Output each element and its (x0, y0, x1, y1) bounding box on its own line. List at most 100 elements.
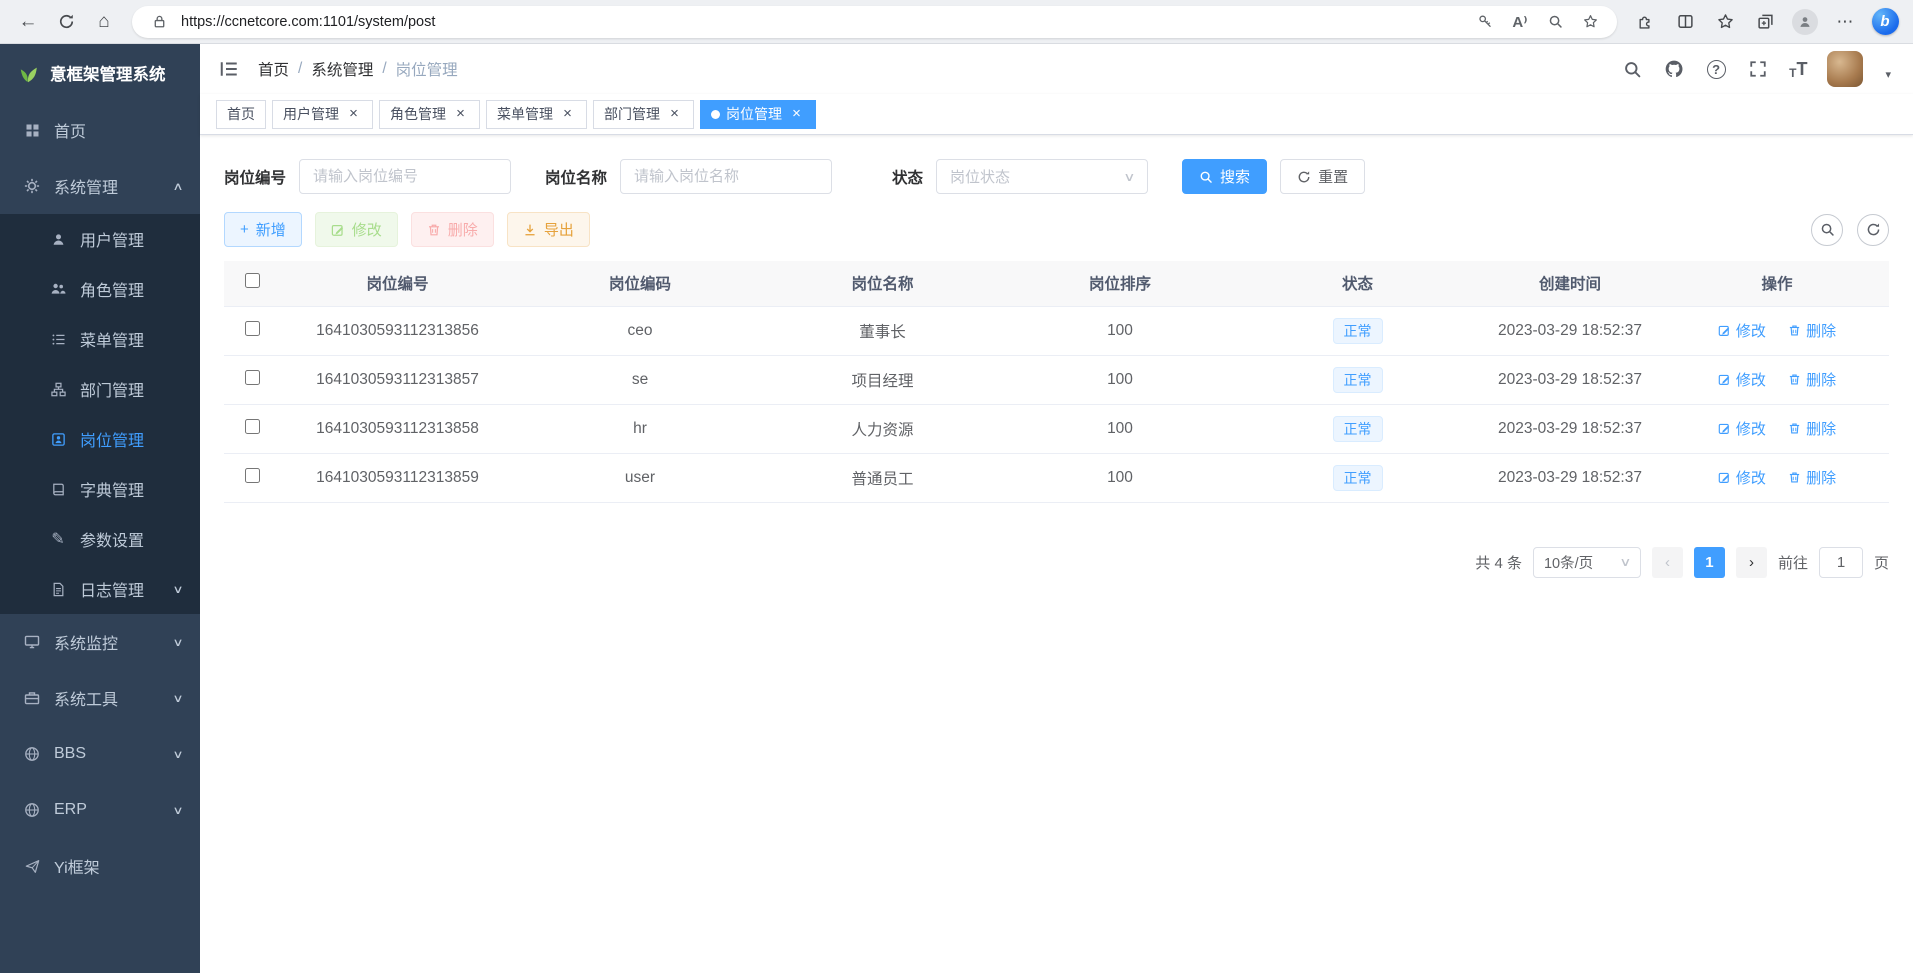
user-avatar[interactable] (1827, 51, 1863, 87)
tag-user-mgmt[interactable]: 用户管理 × (272, 100, 373, 129)
sidebar-item-erp[interactable]: ERP ∨ (0, 782, 200, 838)
breadcrumb-home[interactable]: 首页 (258, 58, 289, 80)
address-bar[interactable]: https://ccnetcore.com:1101/system/post A… (132, 6, 1617, 38)
status-badge: 正常 (1333, 318, 1383, 344)
sidebar-item-dict-mgmt[interactable]: 字典管理 (0, 464, 200, 514)
post-name-input[interactable] (620, 159, 832, 194)
close-icon[interactable]: × (559, 106, 576, 123)
collapse-sidebar-icon[interactable] (216, 56, 242, 82)
tag-role-mgmt[interactable]: 角色管理 × (379, 100, 480, 129)
export-button[interactable]: 导出 (507, 212, 590, 247)
favorite-add-icon[interactable] (1577, 9, 1603, 35)
tag-label: 角色管理 (390, 104, 446, 124)
row-delete-link[interactable]: 删除 (1788, 418, 1836, 439)
sidebar-item-label: BBS (54, 745, 86, 763)
browser-refresh-button[interactable] (48, 5, 84, 39)
tag-menu-mgmt[interactable]: 菜单管理 × (486, 100, 587, 129)
tag-post-mgmt[interactable]: 岗位管理 × (700, 100, 816, 129)
extensions-icon[interactable] (1627, 5, 1663, 39)
github-icon[interactable] (1663, 58, 1685, 80)
close-icon[interactable]: × (788, 106, 805, 123)
select-all-checkbox[interactable] (245, 273, 260, 288)
toggle-search-button[interactable] (1811, 214, 1843, 246)
tag-dept-mgmt[interactable]: 部门管理 × (593, 100, 694, 129)
help-icon[interactable]: ? (1705, 58, 1727, 80)
zoom-icon[interactable] (1542, 9, 1568, 35)
row-delete-link[interactable]: 删除 (1788, 467, 1836, 488)
table-row: 1641030593112313858 hr 人力资源 100 正常 2023-… (224, 404, 1889, 453)
cell-post-sort: 100 (1000, 404, 1240, 453)
sidebar-item-label: 系统监控 (54, 630, 118, 654)
add-button[interactable]: + 新增 (224, 212, 302, 247)
page-content: 岗位编号 岗位名称 状态 岗位状态 ∨ 搜索 (200, 135, 1913, 973)
sidebar-item-role-mgmt[interactable]: 角色管理 (0, 264, 200, 314)
bing-copilot-icon[interactable]: b (1867, 5, 1903, 39)
post-icon (48, 432, 68, 447)
next-page-button[interactable]: › (1736, 547, 1767, 578)
search-icon (1820, 222, 1835, 237)
sidebar-item-yi-framework[interactable]: Yi框架 (0, 838, 200, 894)
sidebar-item-post-mgmt[interactable]: 岗位管理 (0, 414, 200, 464)
row-edit-link[interactable]: 修改 (1718, 467, 1766, 488)
toolbox-icon (22, 690, 42, 706)
tag-label: 部门管理 (604, 104, 660, 124)
row-edit-link[interactable]: 修改 (1718, 418, 1766, 439)
browser-home-button[interactable]: ⌂ (86, 5, 122, 39)
sidebar-item-menu-mgmt[interactable]: 菜单管理 (0, 314, 200, 364)
edit-icon (1718, 471, 1731, 484)
chevron-down-icon: ∨ (1619, 555, 1631, 569)
app-logo[interactable]: 意框架管理系统 (0, 44, 200, 102)
refresh-table-button[interactable] (1857, 214, 1889, 246)
row-checkbox[interactable] (245, 468, 260, 483)
edit-button: 修改 (315, 212, 398, 247)
sidebar-item-tools[interactable]: 系统工具 ∨ (0, 670, 200, 726)
prev-page-button[interactable]: ‹ (1652, 547, 1683, 578)
row-edit-link[interactable]: 修改 (1718, 369, 1766, 390)
tag-label: 菜单管理 (497, 104, 553, 124)
row-edit-link[interactable]: 修改 (1718, 320, 1766, 341)
breadcrumb-system[interactable]: 系统管理 (311, 58, 373, 80)
sidebar-item-home[interactable]: 首页 (0, 102, 200, 158)
favorites-icon[interactable] (1707, 5, 1743, 39)
sidebar-menu: 首页 系统管理 ∧ 用户管理 角色管理 菜单管理 (0, 102, 200, 894)
read-aloud-icon[interactable]: A⁾ (1507, 9, 1533, 35)
row-checkbox[interactable] (245, 419, 260, 434)
close-icon[interactable]: × (452, 106, 469, 123)
reset-button[interactable]: 重置 (1280, 159, 1365, 194)
browser-back-button[interactable]: ← (10, 5, 46, 39)
sidebar-item-param-settings[interactable]: ✎ 参数设置 (0, 514, 200, 564)
split-screen-icon[interactable] (1667, 5, 1703, 39)
cell-created: 2023-03-29 18:52:37 (1475, 453, 1665, 502)
sidebar-item-system[interactable]: 系统管理 ∧ (0, 158, 200, 214)
goto-page-input[interactable] (1819, 547, 1863, 578)
password-key-icon[interactable] (1472, 9, 1498, 35)
sidebar-item-dept-mgmt[interactable]: 部门管理 (0, 364, 200, 414)
collections-icon[interactable] (1747, 5, 1783, 39)
chevron-up-icon: ∧ (172, 180, 183, 193)
close-icon[interactable]: × (666, 106, 683, 123)
font-size-icon[interactable]: TT (1789, 59, 1807, 80)
cell-post-id: 1641030593112313858 (280, 404, 515, 453)
page-number-button[interactable]: 1 (1694, 547, 1725, 578)
sidebar-item-log-mgmt[interactable]: 日志管理 ∨ (0, 564, 200, 614)
fullscreen-icon[interactable] (1747, 58, 1769, 80)
row-checkbox[interactable] (245, 321, 260, 336)
row-checkbox[interactable] (245, 370, 260, 385)
status-select[interactable]: 岗位状态 ∨ (936, 159, 1148, 194)
search-icon[interactable] (1621, 58, 1643, 80)
close-icon[interactable]: × (345, 106, 362, 123)
sidebar-item-user-mgmt[interactable]: 用户管理 (0, 214, 200, 264)
browser-more-icon[interactable]: ⋯ (1827, 5, 1863, 39)
page-size-select[interactable]: 10条/页 ∨ (1533, 547, 1641, 578)
browser-profile-avatar[interactable] (1787, 5, 1823, 39)
search-form: 岗位编号 岗位名称 状态 岗位状态 ∨ 搜索 (224, 159, 1889, 194)
tag-home[interactable]: 首页 (216, 100, 266, 129)
cell-created: 2023-03-29 18:52:37 (1475, 306, 1665, 355)
search-button[interactable]: 搜索 (1182, 159, 1267, 194)
row-delete-link[interactable]: 删除 (1788, 369, 1836, 390)
post-code-input[interactable] (299, 159, 511, 194)
sidebar-item-bbs[interactable]: BBS ∨ (0, 726, 200, 782)
sidebar-item-monitor[interactable]: 系统监控 ∨ (0, 614, 200, 670)
row-delete-link[interactable]: 删除 (1788, 320, 1836, 341)
browser-toolbar: ← ⌂ https://ccnetcore.com:1101/system/po… (0, 0, 1913, 44)
